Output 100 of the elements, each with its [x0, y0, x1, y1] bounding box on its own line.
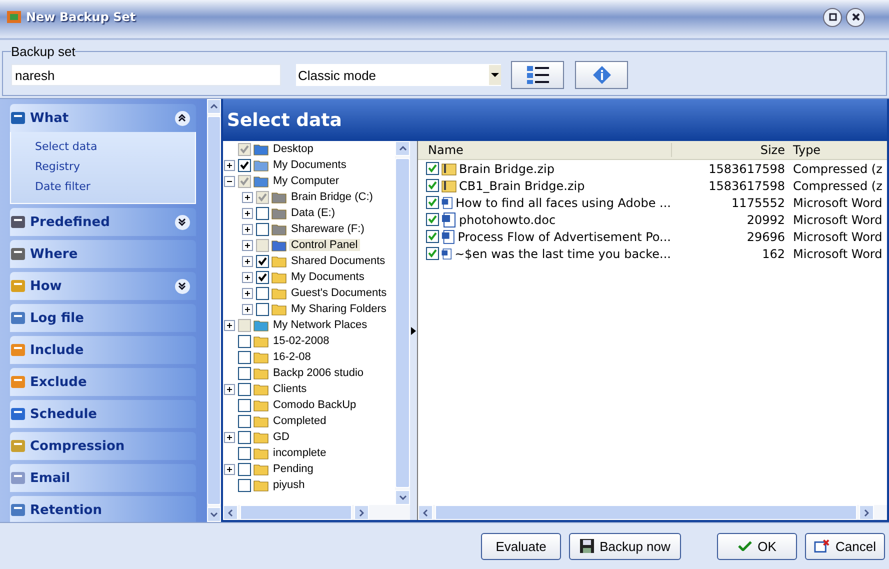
scrollbar[interactable] — [395, 141, 410, 505]
list-view-button[interactable] — [511, 61, 564, 89]
info-button[interactable] — [575, 61, 628, 89]
sidebar-section-header[interactable]: Include — [10, 336, 196, 364]
file-name[interactable]: CB1_Brain Bridge.zip — [459, 178, 585, 192]
tree-item[interactable]: Comodo BackUp — [271, 399, 358, 411]
checkbox[interactable] — [238, 318, 251, 332]
scroll-right-icon[interactable] — [359, 508, 364, 516]
sidebar-link[interactable]: Date filter — [35, 180, 90, 193]
checkbox[interactable] — [238, 158, 251, 172]
tree-item[interactable]: Pending — [271, 463, 316, 475]
expander-icon[interactable] — [242, 208, 253, 218]
dialog-button[interactable]: OK — [717, 532, 797, 560]
checkbox[interactable] — [256, 190, 269, 204]
scroll-up-icon[interactable] — [210, 104, 218, 109]
tree-item[interactable]: Shareware (F:) — [289, 223, 366, 235]
expander-icon[interactable] — [224, 384, 235, 394]
checkbox[interactable] — [426, 247, 439, 260]
sidebar-section-header[interactable]: Exclude — [10, 368, 196, 396]
sidebar-section-header[interactable]: Log file — [10, 304, 196, 332]
dialog-button[interactable]: Cancel — [805, 532, 885, 560]
tree-item[interactable]: 16-2-08 — [271, 351, 313, 363]
expander-icon[interactable] — [242, 192, 253, 202]
tree-item[interactable]: Control Panel — [289, 239, 360, 251]
checkbox[interactable] — [238, 382, 251, 396]
expander-icon[interactable] — [224, 432, 235, 442]
tree-item[interactable]: GD — [271, 431, 292, 443]
sidebar-link[interactable]: Registry — [35, 160, 80, 173]
close-button[interactable] — [846, 8, 865, 26]
scroll-left-icon[interactable] — [423, 508, 428, 516]
expander-icon[interactable] — [242, 288, 253, 298]
dialog-button[interactable]: Evaluate — [481, 532, 561, 560]
checkbox[interactable] — [238, 414, 251, 428]
dialog-button[interactable]: Backup now — [569, 532, 681, 560]
tree-item[interactable]: My Network Places — [271, 319, 370, 331]
checkbox[interactable] — [238, 174, 251, 188]
sidebar-section-header[interactable]: Email — [10, 464, 196, 492]
tree-item[interactable]: piyush — [271, 479, 307, 491]
tree-item[interactable]: Shared Documents — [289, 255, 388, 267]
backup-name-field[interactable]: naresh — [11, 64, 281, 86]
mode-dropdown[interactable]: Classic mode — [296, 64, 501, 86]
sidebar-section-header[interactable]: Where — [10, 240, 196, 268]
file-name[interactable]: photohowto.doc — [459, 212, 556, 226]
sidebar-link[interactable]: Select data — [35, 140, 98, 153]
scroll-down-icon[interactable] — [210, 512, 218, 517]
checkbox[interactable] — [238, 366, 251, 380]
file-name[interactable]: Brain Bridge.zip — [459, 162, 554, 176]
expander-icon[interactable] — [224, 320, 235, 330]
checkbox[interactable] — [426, 162, 439, 175]
scroll-down-icon[interactable] — [398, 495, 406, 500]
checkbox[interactable] — [256, 302, 269, 316]
tree-item[interactable]: Guest's Documents — [289, 287, 389, 299]
expander-icon[interactable] — [242, 272, 253, 282]
expander-icon[interactable] — [242, 256, 253, 266]
checkbox[interactable] — [256, 222, 269, 236]
scroll-up-icon[interactable] — [398, 146, 406, 151]
restore-button[interactable] — [823, 8, 842, 26]
checkbox[interactable] — [238, 430, 251, 444]
tree-item[interactable]: My Sharing Folders — [289, 303, 388, 315]
sidebar-section-header[interactable]: Compression — [10, 432, 196, 460]
expander-icon[interactable] — [224, 464, 235, 474]
scroll-right-icon[interactable] — [864, 508, 869, 516]
checkbox[interactable] — [256, 206, 269, 220]
sidebar-section-header[interactable]: What — [10, 104, 196, 132]
expander-icon[interactable] — [242, 224, 253, 234]
checkbox[interactable] — [238, 350, 251, 364]
checkbox[interactable] — [238, 334, 251, 348]
column-header[interactable]: Size — [671, 143, 789, 157]
checkbox[interactable] — [426, 179, 439, 192]
tree-item[interactable]: Completed — [271, 415, 328, 427]
checkbox[interactable] — [256, 286, 269, 300]
tree-item[interactable]: Clients — [271, 383, 309, 395]
checkbox[interactable] — [238, 446, 251, 460]
checkbox[interactable] — [238, 478, 251, 492]
scrollbar[interactable] — [223, 505, 410, 520]
tree-item[interactable]: My Computer — [271, 175, 342, 187]
tree-item[interactable]: incomplete — [271, 447, 328, 459]
sidebar-section-header[interactable]: Predefined — [10, 208, 196, 236]
checkbox[interactable] — [426, 213, 439, 226]
tree-item[interactable]: Data (E:) — [289, 207, 338, 219]
checkbox[interactable] — [238, 142, 251, 156]
scroll-left-icon[interactable] — [228, 508, 233, 516]
checkbox[interactable] — [426, 196, 439, 209]
column-header[interactable]: Name — [418, 143, 671, 157]
file-name[interactable]: ~$en was the last time you backe... — [454, 246, 671, 260]
checkbox[interactable] — [256, 238, 269, 252]
file-name[interactable]: How to find all faces using Adobe ... — [456, 196, 671, 210]
checkbox[interactable] — [256, 254, 269, 268]
expander-icon[interactable] — [224, 160, 235, 170]
tree-item[interactable]: 15-02-2008 — [271, 335, 332, 347]
sidebar-section-header[interactable]: Retention — [10, 496, 196, 522]
tree-item[interactable]: Brain Bridge (C:) — [289, 191, 375, 203]
checkbox[interactable] — [238, 398, 251, 412]
expander-icon[interactable] — [224, 176, 235, 186]
tree-item[interactable]: My Documents — [271, 159, 348, 171]
chevron-icon[interactable] — [174, 278, 190, 294]
column-header[interactable]: Type — [789, 143, 887, 157]
file-name[interactable]: Process Flow of Advertisement Po... — [458, 230, 671, 244]
checkbox[interactable] — [256, 270, 269, 284]
expander-icon[interactable] — [242, 304, 253, 314]
